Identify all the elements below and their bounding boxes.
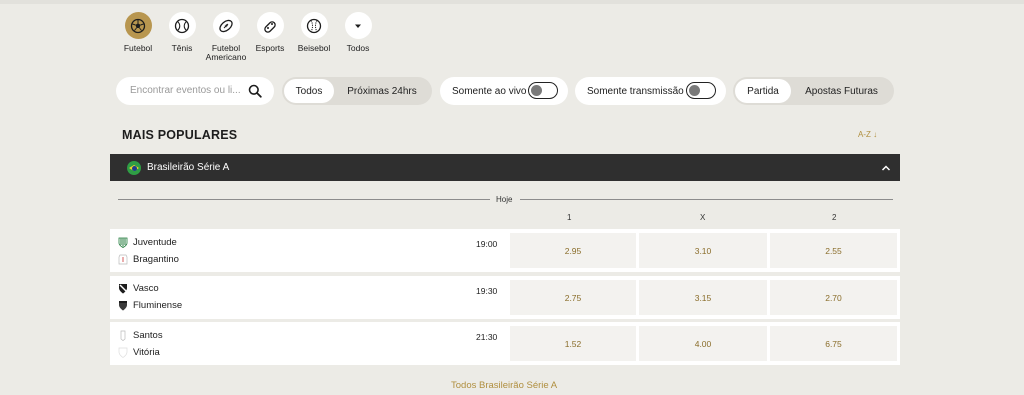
stream-only-switch[interactable]	[686, 82, 716, 99]
market-filter: Partida Apostas Futuras	[733, 77, 894, 105]
all-league-link[interactable]: Todos Brasileirão Série A	[451, 380, 557, 391]
team-crest-icon	[118, 237, 128, 248]
odd-away-button[interactable]: 2.70	[770, 280, 897, 315]
section-title: MAIS POPULARES	[122, 128, 238, 142]
sport-label: Todos	[346, 43, 370, 53]
sport-todos[interactable]: Todos	[336, 12, 380, 62]
home-team: Vasco	[118, 283, 159, 294]
away-team: Fluminense	[118, 300, 182, 311]
odd-away-button[interactable]: 2.55	[770, 233, 897, 268]
american-football-icon	[212, 12, 240, 39]
filter-next-24h-button[interactable]: Próximas 24hrs	[334, 79, 430, 103]
sport-label-line: Americano	[205, 52, 247, 62]
live-only-toggle[interactable]: Somente ao vivo	[440, 77, 568, 105]
column-header-x: X	[700, 213, 706, 222]
filter-apostas-futuras-button[interactable]: Apostas Futuras	[791, 79, 892, 103]
switch-knob	[531, 84, 542, 96]
sport-label: Futebol	[123, 43, 153, 53]
sport-beisebol[interactable]: Beisebol	[292, 12, 336, 62]
divider	[118, 199, 490, 200]
home-team: Juventude	[118, 237, 177, 248]
live-only-label: Somente ao vivo	[452, 85, 527, 97]
odd-home-button[interactable]: 2.75	[510, 280, 636, 315]
baseball-icon	[300, 12, 328, 39]
team-crest-icon	[119, 284, 127, 294]
match-time: 21:30	[476, 332, 498, 342]
stream-only-toggle[interactable]: Somente transmissão	[575, 77, 726, 105]
home-team: Santos	[118, 330, 163, 341]
match-row[interactable]: Vasco Fluminense 19:30 2.75 3.15 2.70	[110, 276, 900, 319]
column-header-2: 2	[832, 213, 837, 222]
search-icon[interactable]	[248, 84, 262, 103]
team-name: Santos	[133, 330, 163, 341]
team-name: Juventude	[133, 237, 177, 248]
day-label: Hoje	[496, 195, 513, 204]
time-filter: Todos Próximas 24hrs	[282, 77, 432, 105]
team-name: Vitória	[133, 347, 160, 358]
chevron-up-icon[interactable]	[880, 161, 892, 179]
team-crest-icon	[120, 330, 126, 341]
match-time: 19:30	[476, 286, 498, 296]
divider	[520, 199, 893, 200]
sport-tenis[interactable]: Tênis	[160, 12, 204, 62]
top-strip	[0, 0, 1024, 4]
gamepad-icon	[256, 12, 284, 39]
sport-label: Tênis	[171, 43, 193, 53]
team-crest-icon	[118, 347, 128, 358]
filter-partida-button[interactable]: Partida	[735, 79, 791, 103]
odd-draw-button[interactable]: 4.00	[639, 326, 767, 361]
away-team: Vitória	[118, 347, 160, 358]
sport-label: Futebol Americano	[206, 44, 247, 62]
sport-esports[interactable]: Esports	[248, 12, 292, 62]
team-name: Vasco	[133, 283, 159, 294]
odd-home-button[interactable]: 2.95	[510, 233, 636, 268]
sport-futebol-americano[interactable]: Futebol Americano	[204, 12, 248, 62]
sort-az-button[interactable]: A-Z ↓	[858, 130, 877, 139]
search-placeholder: Encontrar eventos ou li...	[130, 85, 241, 96]
team-crest-icon	[118, 254, 128, 265]
sport-label: Esports	[255, 43, 285, 53]
brazil-flag-icon	[127, 161, 141, 175]
sport-label: Beisebol	[297, 43, 331, 53]
chevron-down-icon	[344, 12, 372, 39]
match-time: 19:00	[476, 239, 498, 249]
match-row[interactable]: Santos Vitória 21:30 1.52 4.00 6.75	[110, 322, 900, 365]
sport-futebol[interactable]: Futebol	[116, 12, 160, 62]
search-input[interactable]: Encontrar eventos ou li...	[116, 77, 274, 105]
column-header-1: 1	[567, 213, 572, 222]
switch-knob	[689, 84, 700, 96]
sport-selector: Futebol Tênis Futebol Americano Esports …	[116, 12, 380, 62]
team-name: Bragantino	[133, 254, 179, 265]
league-name: Brasileirão Série A	[147, 162, 230, 173]
stream-only-label: Somente transmissão	[587, 85, 684, 97]
odd-home-button[interactable]: 1.52	[510, 326, 636, 361]
team-name: Fluminense	[133, 300, 183, 311]
match-row[interactable]: Juventude Bragantino 19:00 2.95 3.10 2.5…	[110, 229, 900, 272]
away-team: Bragantino	[118, 254, 179, 265]
team-crest-icon	[119, 301, 127, 311]
odd-away-button[interactable]: 6.75	[770, 326, 897, 361]
live-only-switch[interactable]	[528, 82, 558, 99]
league-header[interactable]: Brasileirão Série A	[110, 154, 900, 181]
soccer-ball-icon	[124, 12, 152, 39]
odd-draw-button[interactable]: 3.15	[639, 280, 767, 315]
filter-todos-button[interactable]: Todos	[284, 79, 334, 103]
odd-draw-button[interactable]: 3.10	[639, 233, 767, 268]
tennis-ball-icon	[168, 12, 196, 39]
